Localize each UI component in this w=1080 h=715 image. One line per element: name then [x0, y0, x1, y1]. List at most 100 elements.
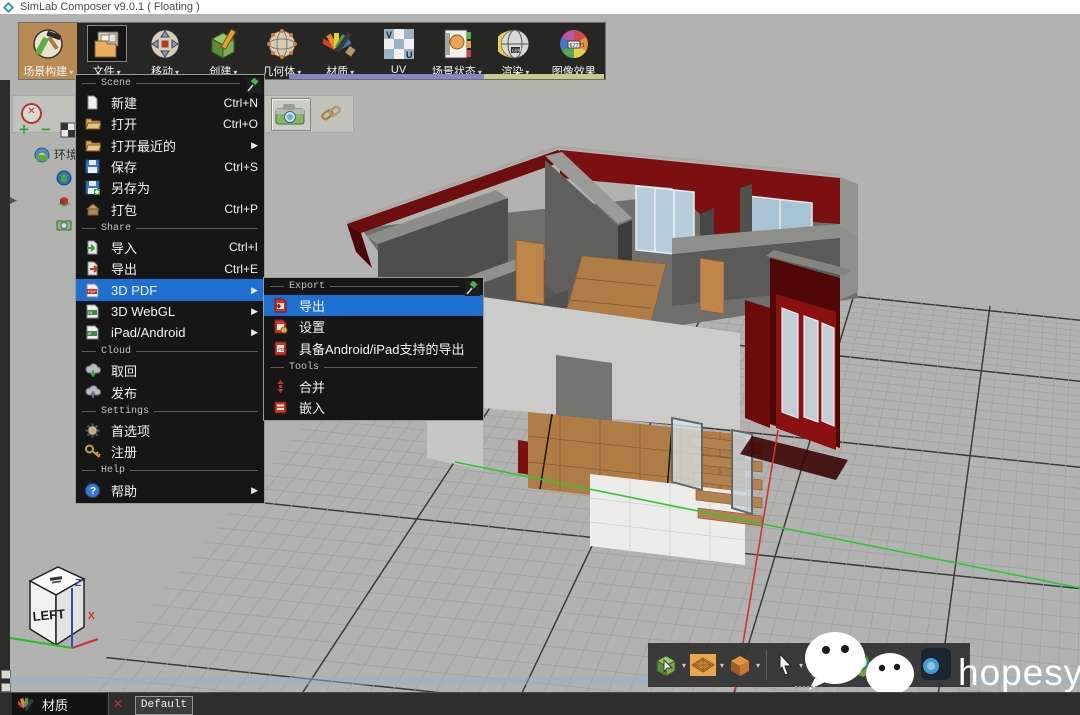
tree-item-environment[interactable]: 环境 — [34, 146, 78, 163]
menu-item-save-as[interactable]: 另存为 — [76, 177, 264, 198]
titlebar: SimLab Composer v9.0.1 ( Floating ) — [0, 0, 1080, 14]
tab-image-effects[interactable]: 67771 图像效果 — [545, 23, 603, 79]
merge-icon — [273, 379, 290, 394]
gear-icon — [85, 423, 102, 438]
menu-item-open-recent[interactable]: 打开最近的 ▶ — [76, 135, 264, 156]
panel-restore-icon-2[interactable] — [1, 683, 11, 692]
menu-item-3d-pdf[interactable]: PDF 3D PDF ▶ — [76, 279, 264, 300]
material-tab-icon — [18, 696, 36, 713]
wood-door-2 — [700, 258, 724, 314]
menu-item-label: 导入 — [111, 238, 137, 257]
pin-icon[interactable] — [246, 78, 261, 93]
submenu-item-embed[interactable]: 嵌入 — [264, 397, 483, 418]
tab-scene-build[interactable]: 场景构建▾ — [19, 23, 77, 79]
menu-item-save[interactable]: 保存 Ctrl+S — [76, 156, 264, 177]
menu-item-import[interactable]: 导入 Ctrl+I — [76, 237, 264, 258]
menu-item-3d-webgl[interactable]: GL 3D WebGL ▶ — [76, 301, 264, 322]
menu-item-label: 首选项 — [111, 421, 150, 440]
chevron-down-icon: ▾ — [756, 661, 760, 670]
menu-section-share: Share — [76, 220, 264, 237]
red-cabinet — [740, 250, 852, 480]
tree-item-model[interactable]: ▶ — [56, 194, 72, 210]
help-icon: ? — [85, 483, 102, 498]
tree-remove-button[interactable]: − — [41, 123, 51, 137]
webgl-doc-icon: GL — [85, 304, 102, 319]
submenu-section-tools: Tools — [264, 359, 483, 376]
submenu-arrow-icon: ▶ — [251, 327, 258, 338]
svg-text:6999: 6999 — [512, 48, 523, 54]
tree-dice-icon[interactable] — [60, 122, 76, 138]
menu-item-package[interactable]: 打包 Ctrl+P — [76, 198, 264, 219]
menu-item-retrieve[interactable]: 取回 — [76, 360, 264, 381]
svg-text:U: U — [406, 50, 413, 60]
glass-window — [748, 196, 812, 245]
splitter-handle[interactable] — [795, 686, 817, 688]
menu-item-register[interactable]: 注册 — [76, 441, 264, 462]
solid-box-button[interactable]: ▾ — [726, 651, 760, 679]
tab-geometry[interactable]: 几何体▾ — [253, 23, 311, 79]
submenu-item-settings[interactable]: 设置 — [264, 316, 483, 337]
close-tab-button[interactable]: ✕ — [113, 697, 123, 711]
ribbon-strip-blue — [289, 74, 484, 79]
new-file-icon — [85, 95, 102, 110]
tree-item-globe[interactable] — [56, 170, 72, 186]
menu-item-label: 设置 — [299, 317, 325, 336]
view-cube[interactable]: LEFT Z X Y — [0, 555, 170, 692]
tab-label: 场景构建 — [23, 66, 67, 78]
menu-item-label: 导出 — [111, 259, 137, 278]
house-wall-red-left — [347, 150, 572, 233]
collapsed-panel-strip[interactable] — [0, 80, 10, 715]
tree-add-button[interactable]: + — [19, 123, 29, 137]
stairs — [690, 436, 762, 526]
ground-plane-button[interactable]: ▾ — [688, 651, 724, 679]
menu-item-export[interactable]: 导出 Ctrl+E — [76, 258, 264, 279]
svg-text:67771: 67771 — [569, 43, 584, 49]
tab-scene-states[interactable]: 场景状态▾ — [428, 23, 486, 79]
ribbon-strip-yellow — [484, 74, 604, 79]
axis-x-label: X — [88, 611, 95, 622]
front-door — [556, 355, 612, 437]
material-panel-tab[interactable]: 材质 — [12, 693, 106, 715]
podium — [590, 474, 745, 565]
tab-move[interactable]: 移动▾ — [136, 23, 194, 79]
tab-file[interactable]: 文件▾ — [77, 23, 135, 79]
menu-item-new[interactable]: 新建 Ctrl+N — [76, 92, 264, 113]
panel-restore-icon[interactable] — [1, 670, 11, 679]
render-icon: 6999 — [495, 25, 535, 62]
tab-material[interactable]: 材质▾ — [311, 23, 369, 79]
axis-z-label: Z — [75, 578, 81, 589]
pin-icon[interactable] — [465, 281, 480, 296]
menu-item-label: 帮助 — [111, 481, 137, 500]
link-icon[interactable] — [319, 102, 343, 126]
tree-item-camera[interactable] — [56, 218, 72, 232]
open-folder-icon — [85, 116, 102, 131]
menu-item-help[interactable]: ? 帮助 ▶ — [76, 479, 264, 500]
tab-render[interactable]: 6999 渲染▾ — [486, 23, 544, 79]
svg-text:iP: iP — [88, 331, 92, 336]
menu-item-label: 3D PDF — [111, 283, 157, 298]
package-icon — [85, 202, 102, 217]
tab-create[interactable]: 创建▾ — [194, 23, 252, 79]
mobile-doc-icon: iP — [85, 325, 102, 340]
camera-icon — [273, 100, 307, 128]
camera-view-button[interactable] — [271, 98, 311, 131]
submenu-item-merge[interactable]: 合并 — [264, 376, 483, 397]
tab-uv[interactable]: VU UV — [369, 23, 427, 79]
cloud-upload-icon — [85, 385, 102, 400]
menu-item-ipad-android[interactable]: iP iPad/Android ▶ — [76, 322, 264, 343]
menu-item-publish[interactable]: 发布 — [76, 382, 264, 403]
export-icon — [85, 261, 102, 276]
menu-item-preferences[interactable]: 首选项 — [76, 420, 264, 441]
app-logo-icon — [3, 2, 14, 13]
walk-navigation-button[interactable]: ▾ — [652, 651, 686, 679]
menu-item-label: 打开最近的 — [111, 136, 176, 155]
app-window: SimLab Composer v9.0.1 ( Floating ) — [0, 0, 1080, 715]
submenu-item-android-ipad-export[interactable]: PDF 具备Android/iPad支持的导出 — [264, 338, 483, 359]
menu-item-open[interactable]: 打开 Ctrl+O — [76, 113, 264, 134]
chevron-down-icon: ▾ — [682, 661, 686, 670]
create-icon — [203, 25, 243, 62]
menu-section-help: Help — [76, 462, 264, 479]
expand-arrow-icon[interactable]: ▶ — [10, 195, 17, 206]
default-state-tab[interactable]: Default — [135, 696, 193, 715]
submenu-item-export[interactable]: 导出 — [264, 295, 483, 316]
